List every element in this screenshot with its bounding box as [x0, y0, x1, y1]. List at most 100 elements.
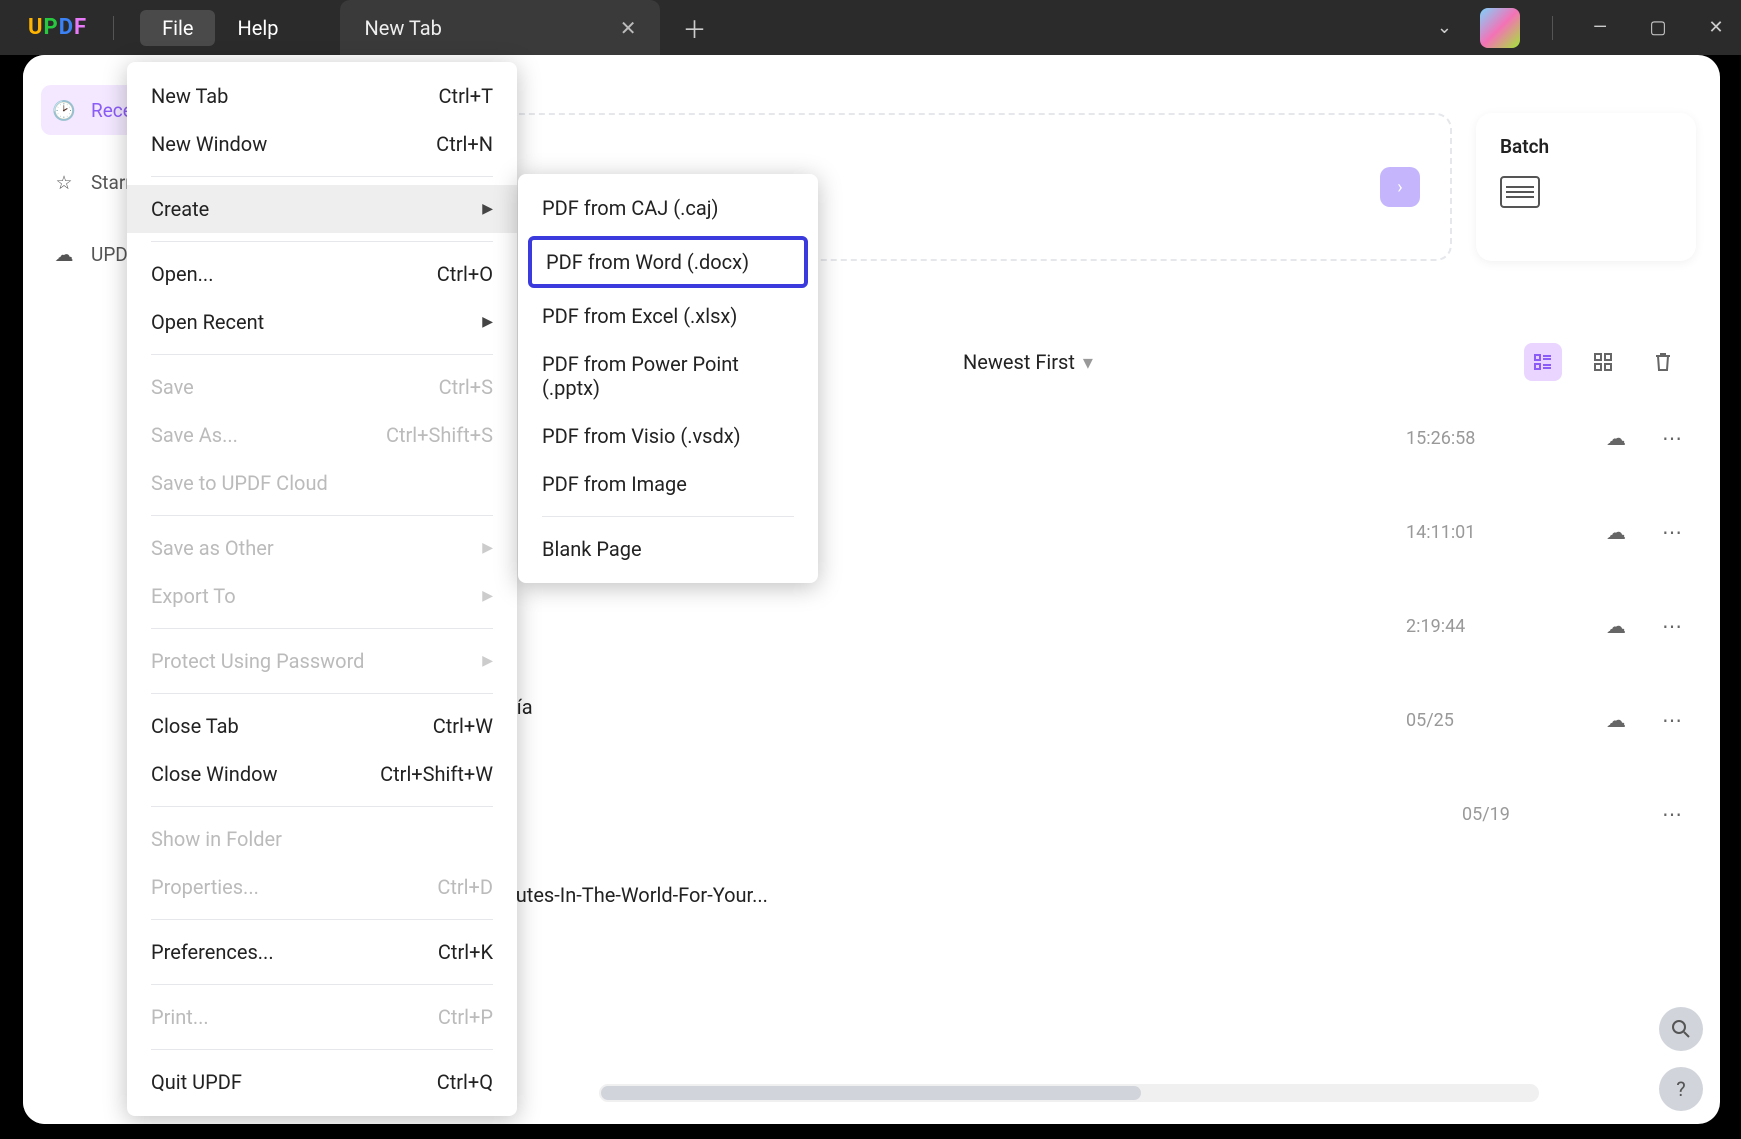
more-icon[interactable]: ⋯	[1662, 426, 1682, 450]
more-icon[interactable]: ⋯	[1662, 802, 1682, 826]
menu-item-label: Save as Other	[151, 536, 274, 560]
minimize-button[interactable]: —	[1585, 17, 1615, 38]
close-button[interactable]: ✕	[1701, 17, 1731, 38]
file-time: 14:11:01	[1406, 522, 1606, 543]
menu-item-label: Save As...	[151, 423, 238, 447]
menu-separator	[151, 919, 493, 920]
menu-item-open-[interactable]: Open...Ctrl+O	[127, 250, 517, 298]
menu-item-label: Export To	[151, 584, 236, 608]
submenu-item-pdf-from-visio-vsdx-[interactable]: PDF from Visio (.vsdx)	[518, 412, 818, 460]
clock-icon: 🕑	[51, 97, 77, 123]
menu-item-label: Quit UPDF	[151, 1070, 242, 1094]
submenu-item-pdf-from-word-docx-[interactable]: PDF from Word (.docx)	[528, 236, 808, 288]
window-controls: ⌄ — ▢ ✕	[1437, 0, 1731, 55]
star-icon: ☆	[51, 169, 77, 195]
menu-item-save-as-other: Save as Other ▶	[127, 524, 517, 572]
menu-separator	[151, 241, 493, 242]
menu-shortcut: Ctrl+S	[439, 375, 493, 399]
menu-item-label: Create	[151, 197, 209, 221]
menu-item-save-as-: Save As...Ctrl+Shift+S	[127, 411, 517, 459]
file-actions: ☁⋯	[1606, 520, 1682, 544]
app-logo: UPDF	[28, 15, 87, 40]
menu-shortcut: Ctrl+D	[437, 875, 493, 899]
cloud-icon[interactable]: ☁	[1606, 708, 1626, 732]
menu-separator	[151, 515, 493, 516]
menu-item-preferences-[interactable]: Preferences...Ctrl+K	[127, 928, 517, 976]
more-icon[interactable]: ⋯	[1662, 708, 1682, 732]
submenu-item-pdf-from-image[interactable]: PDF from Image	[518, 460, 818, 508]
chevron-down-icon: ▾	[1083, 350, 1093, 374]
menu-item-close-window[interactable]: Close WindowCtrl+Shift+W	[127, 750, 517, 798]
chevron-right-icon: ▶	[482, 201, 493, 217]
menu-item-protect-using-password: Protect Using Password▶	[127, 637, 517, 685]
chevron-right-icon: ▶	[482, 540, 493, 556]
file-menu: New TabCtrl+T New Window Ctrl+N Create ▶ Open…	[127, 62, 517, 1116]
cloud-icon[interactable]: ☁	[1606, 520, 1626, 544]
menu-item-open-recent[interactable]: Open Recent▶	[127, 298, 517, 346]
menu-item-new-tab[interactable]: New TabCtrl+T	[127, 72, 517, 120]
menu-shortcut: Ctrl+P	[438, 1005, 493, 1029]
menu-shortcut: Ctrl+O	[437, 262, 493, 286]
avatar[interactable]	[1480, 8, 1520, 48]
menu-item-label: Preferences...	[151, 940, 274, 964]
menu-shortcut: Ctrl+T	[439, 84, 493, 108]
grid-view-button[interactable]	[1584, 343, 1622, 381]
scrollbar-thumb[interactable]	[601, 1086, 1141, 1100]
horizontal-scrollbar[interactable]	[599, 1084, 1539, 1102]
file-time: 2:19:44	[1406, 616, 1606, 637]
menu-item-label: Open Recent	[151, 310, 264, 334]
menu-item-new-window[interactable]: New Window Ctrl+N	[127, 120, 517, 168]
batch-card[interactable]: Batch	[1476, 113, 1696, 261]
menu-shortcut: Ctrl+Q	[437, 1070, 493, 1094]
close-tab-icon[interactable]: ✕	[620, 16, 637, 40]
menu-item-label: Close Window	[151, 762, 278, 786]
menu-item-label: Save	[151, 375, 194, 399]
menu-item-label: New Window	[151, 132, 267, 156]
file-time: 05/25	[1406, 710, 1606, 731]
chevron-right-icon: ›	[1380, 167, 1420, 207]
submenu-item-pdf-from-caj-caj-[interactable]: PDF from CAJ (.caj)	[518, 184, 818, 232]
menu-item-create[interactable]: Create ▶	[127, 185, 517, 233]
cloud-icon[interactable]: ☁	[1606, 426, 1626, 450]
menu-separator	[151, 806, 493, 807]
menu-separator	[151, 176, 493, 177]
menu-item-label: Save to UPDF Cloud	[151, 471, 328, 495]
sort-dropdown[interactable]: Newest First ▾	[963, 350, 1093, 374]
divider	[113, 16, 114, 40]
submenu-item-pdf-from-excel-xlsx-[interactable]: PDF from Excel (.xlsx)	[518, 292, 818, 340]
divider	[1552, 16, 1553, 40]
chevron-down-icon[interactable]: ⌄	[1437, 17, 1452, 38]
list-view-button[interactable]	[1524, 343, 1562, 381]
menu-item-show-in-folder: Show in Folder	[127, 815, 517, 863]
menu-file[interactable]: File	[140, 10, 215, 46]
menu-item-close-tab[interactable]: Close TabCtrl+W	[127, 702, 517, 750]
menu-separator	[151, 984, 493, 985]
tab-new[interactable]: New Tab ✕	[340, 0, 660, 55]
menu-separator	[542, 516, 794, 517]
maximize-button[interactable]: ▢	[1643, 17, 1673, 38]
file-time: 15:26:58	[1406, 428, 1606, 449]
chevron-right-icon: ▶	[482, 653, 493, 669]
more-icon[interactable]: ⋯	[1662, 614, 1682, 638]
tab-label: New Tab	[364, 16, 441, 40]
file-actions: ☁⋯	[1606, 426, 1682, 450]
menu-shortcut: Ctrl+N	[436, 132, 493, 156]
menu-item-label: Print...	[151, 1005, 209, 1029]
menu-item-quit-updf[interactable]: Quit UPDF Ctrl+Q	[127, 1058, 517, 1106]
search-button[interactable]	[1659, 1007, 1703, 1051]
delete-button[interactable]	[1644, 343, 1682, 381]
new-tab-button[interactable]: ＋	[682, 10, 706, 45]
submenu-item-pdf-from-power-point-pptx-[interactable]: PDF from Power Point (.pptx)	[518, 340, 818, 412]
menu-shortcut: Ctrl+W	[433, 714, 493, 738]
menu-help[interactable]: Help	[215, 10, 300, 46]
cloud-icon[interactable]: ☁	[1606, 614, 1626, 638]
file-time: 05/19	[1462, 804, 1662, 825]
help-button[interactable]: ?	[1659, 1067, 1703, 1111]
create-submenu: PDF from CAJ (.caj)PDF from Word (.docx)…	[518, 174, 818, 583]
menu-item-label: Show in Folder	[151, 827, 282, 851]
file-actions: ☁⋯	[1606, 708, 1682, 732]
menu-item-export-to: Export To▶	[127, 572, 517, 620]
more-icon[interactable]: ⋯	[1662, 520, 1682, 544]
submenu-item-blank-page[interactable]: Blank Page	[518, 525, 818, 573]
batch-icon	[1500, 176, 1540, 208]
